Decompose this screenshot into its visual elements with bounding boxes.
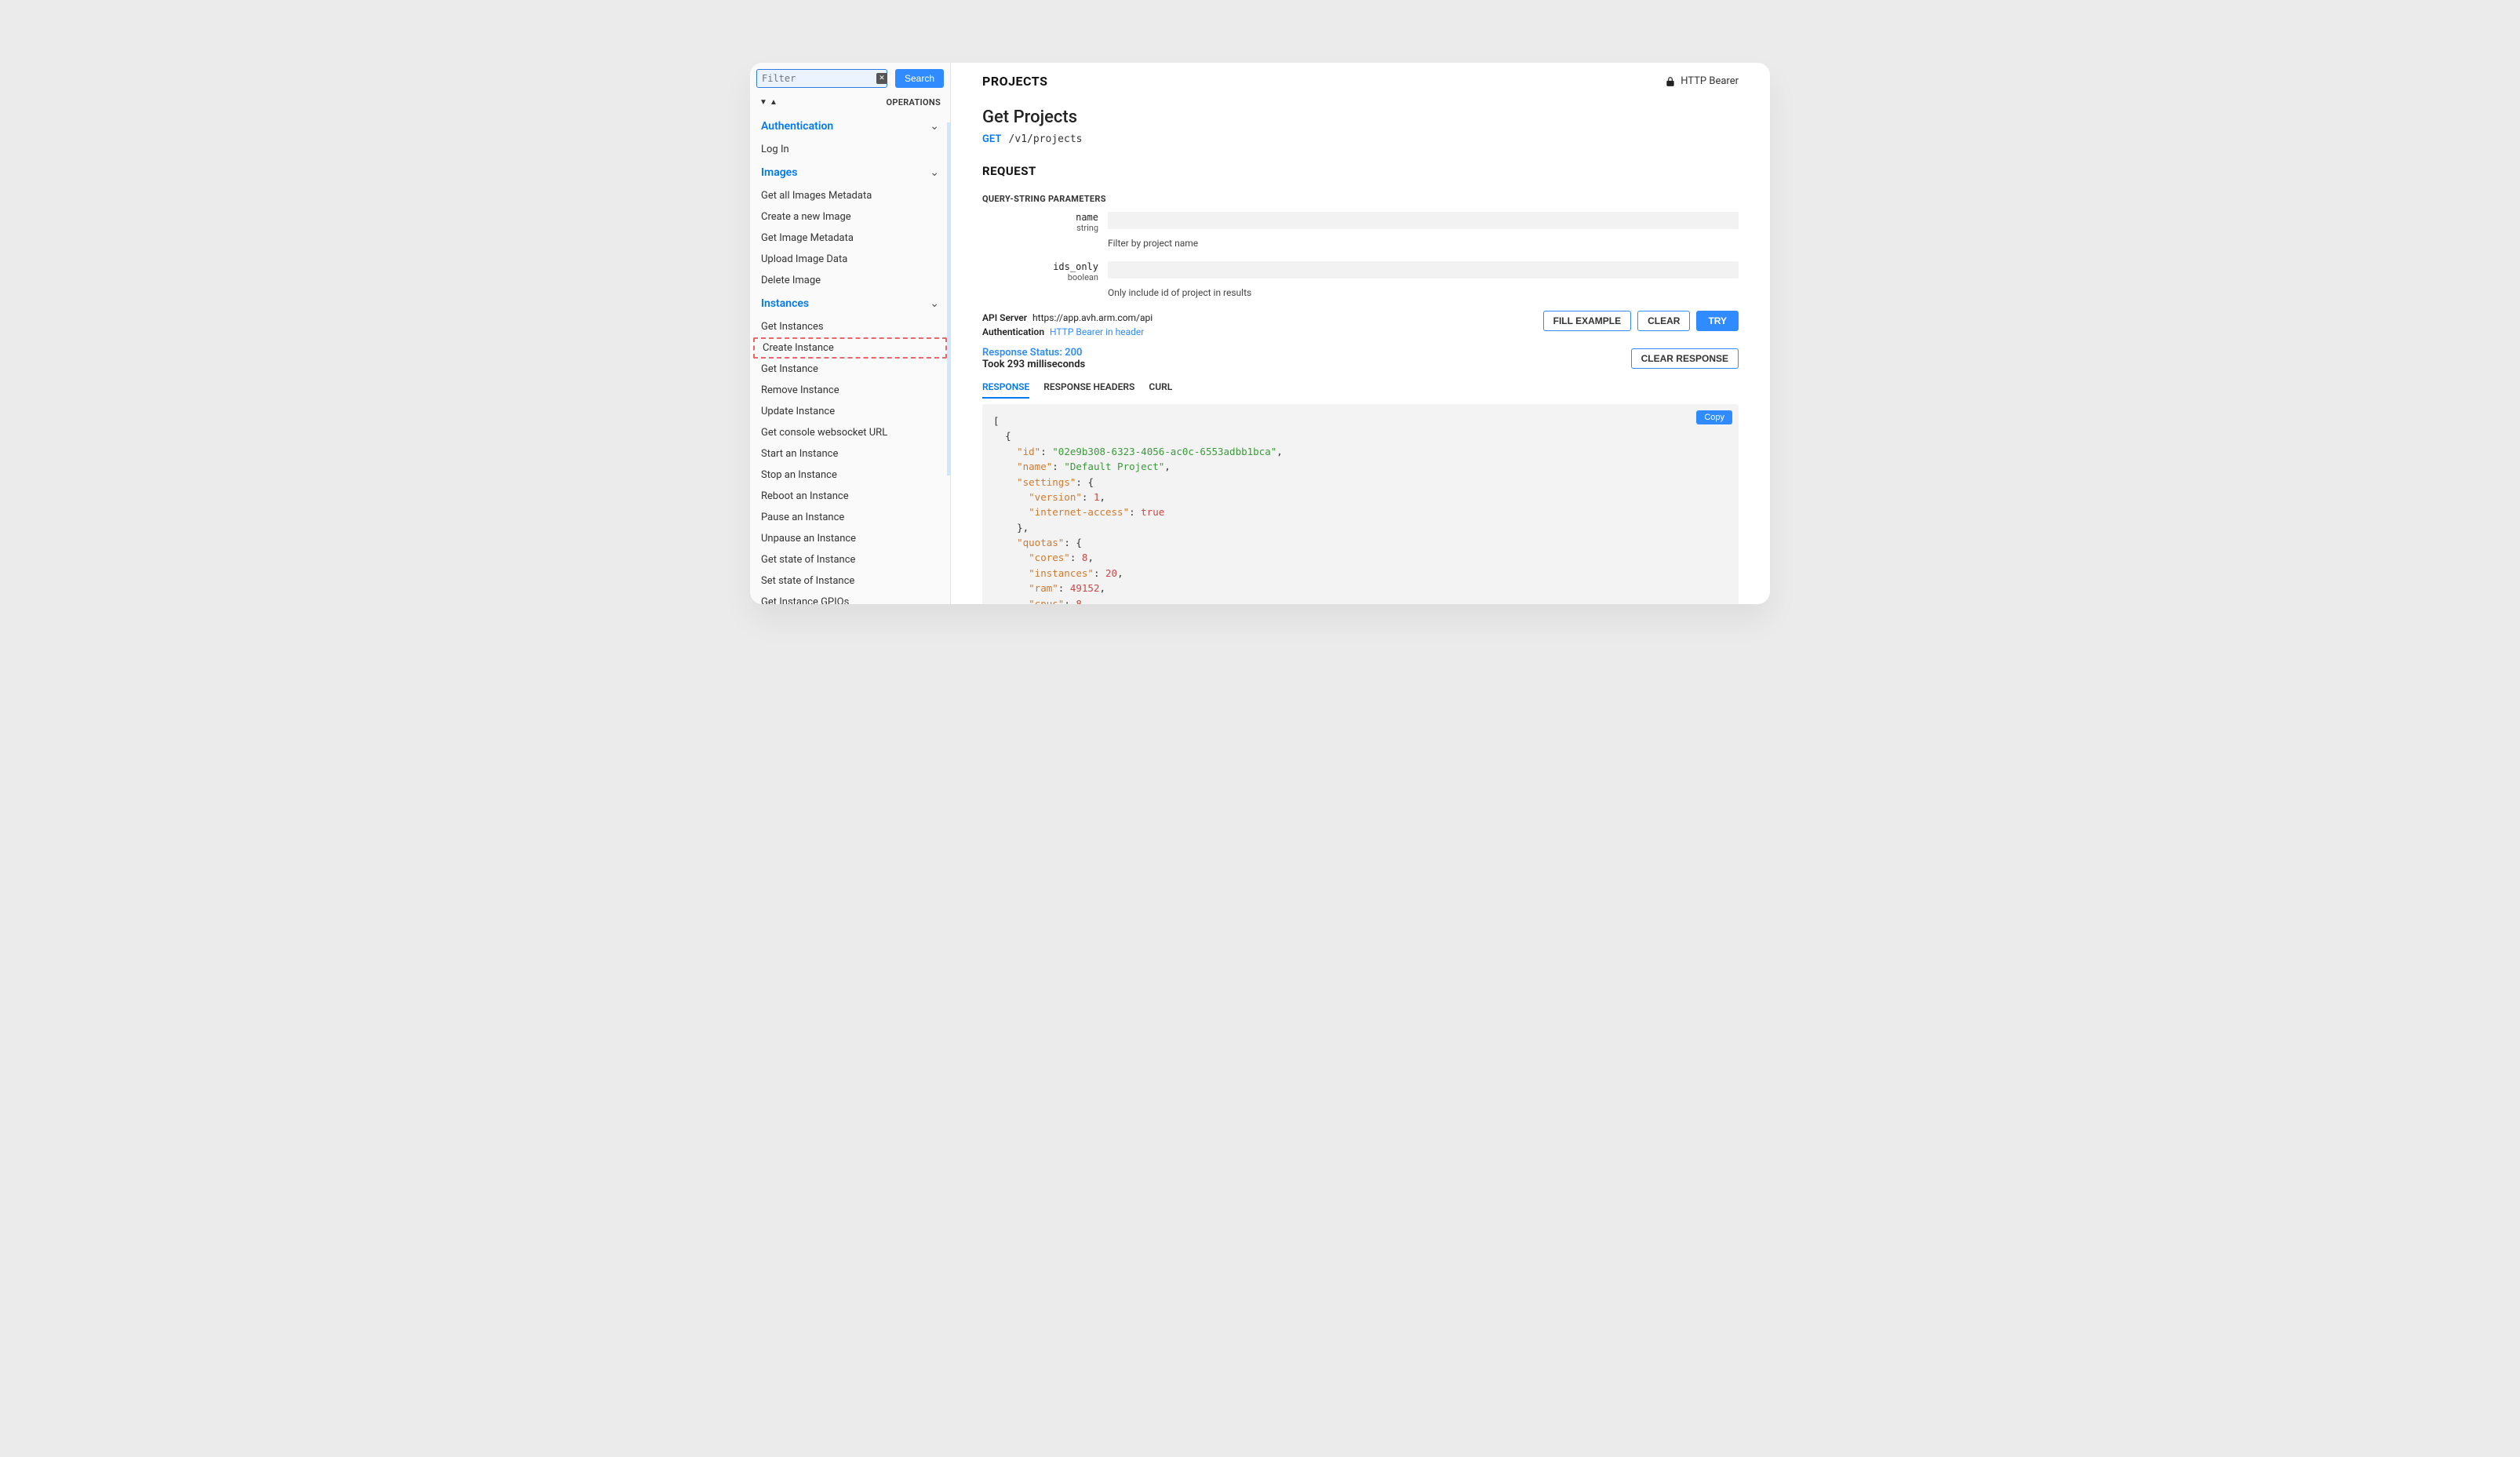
param-label: ids_onlyboolean	[982, 261, 1098, 282]
nav-item[interactable]: Delete Image	[750, 270, 950, 291]
tab-response[interactable]: RESPONSE	[982, 377, 1029, 399]
nav-item[interactable]: Get Image Metadata	[750, 228, 950, 249]
json-line: "cores": 8,	[993, 550, 1728, 565]
search-button[interactable]: Search	[895, 69, 944, 88]
chevron-down-icon: ⌄	[930, 166, 939, 179]
auth-badge-label: HTTP Bearer	[1681, 75, 1739, 87]
nav-item[interactable]: Create a new Image	[750, 206, 950, 228]
section-title: Authentication	[761, 120, 833, 133]
method-path-line: GET /v1/projects	[982, 133, 1739, 145]
param-description: Only include id of project in results	[1108, 287, 1739, 298]
response-tabs: RESPONSE RESPONSE HEADERS CURL	[982, 377, 1739, 399]
param-label: namestring	[982, 212, 1098, 233]
json-line: "settings": {	[993, 475, 1728, 490]
http-method: GET	[982, 133, 1001, 145]
section-heading: PROJECTS	[982, 74, 1739, 89]
param-type: string	[982, 223, 1098, 233]
app-window: ✕ Search ▼ ▲ OPERATIONS Authentication ⌄ L…	[750, 63, 1770, 604]
nav-item[interactable]: Get all Images Metadata	[750, 185, 950, 206]
clear-filter-icon[interactable]: ✕	[876, 73, 887, 84]
copy-button[interactable]: Copy	[1696, 410, 1732, 424]
request-meta-row: API Server https://app.avh.arm.com/api A…	[982, 311, 1739, 339]
param-input-name[interactable]	[1108, 212, 1739, 229]
nav-item[interactable]: Get Instance GPIOs	[750, 592, 950, 604]
operations-label: OPERATIONS	[886, 97, 941, 107]
nav-item[interactable]: Get Instances	[750, 316, 950, 337]
nav-item[interactable]: Pause an Instance	[750, 507, 950, 528]
nav-item[interactable]: Reboot an Instance	[750, 486, 950, 507]
json-line: "ram": 49152,	[993, 581, 1728, 596]
nav-item[interactable]: Unpause an Instance	[750, 528, 950, 549]
section-header-authentication[interactable]: Authentication ⌄	[750, 114, 950, 139]
sidebar-scrollbar-indicator	[947, 122, 950, 475]
sidebar-search-row: ✕ Search	[750, 63, 950, 94]
nav-item[interactable]: Get console websocket URL	[750, 422, 950, 443]
collapse-expand-arrows[interactable]: ▼ ▲	[759, 98, 777, 107]
main-content: HTTP Bearer PROJECTS Get Projects GET /v…	[951, 63, 1770, 604]
nav-item[interactable]: Stop an Instance	[750, 464, 950, 486]
section-title: Images	[761, 166, 797, 179]
query-params-heading: QUERY-STRING PARAMETERS	[982, 194, 1739, 204]
json-line: "quotas": {	[993, 535, 1728, 550]
clear-button[interactable]: CLEAR	[1637, 311, 1690, 331]
chevron-down-icon: ⌄	[930, 120, 939, 133]
param-description: Filter by project name	[1108, 238, 1739, 249]
filter-input[interactable]	[756, 69, 887, 88]
param-row: ids_onlyboolean	[982, 261, 1739, 282]
status-row: Response Status: 200 Took 293 millisecon…	[982, 347, 1739, 370]
nav-item[interactable]: Update Instance	[750, 401, 950, 422]
section-header-instances[interactable]: Instances ⌄	[750, 291, 950, 316]
api-server-label: API Server	[982, 312, 1027, 323]
clear-response-button[interactable]: CLEAR RESPONSE	[1631, 348, 1739, 369]
nav-item[interactable]: Get state of Instance	[750, 549, 950, 570]
json-line: },	[993, 520, 1728, 535]
endpoint-path: /v1/projects	[1009, 133, 1083, 145]
param-type: boolean	[982, 272, 1098, 282]
json-line: "instances": 20,	[993, 566, 1728, 581]
nav-item[interactable]: Set state of Instance	[750, 570, 950, 592]
json-line: "id": "02e9b308-6323-4056-ac0c-6553adbb1…	[993, 444, 1728, 459]
operations-row: ▼ ▲ OPERATIONS	[750, 94, 950, 114]
fill-example-button[interactable]: FILL EXAMPLE	[1543, 311, 1631, 331]
lock-icon	[1665, 76, 1676, 87]
request-meta-left: API Server https://app.avh.arm.com/api A…	[982, 311, 1153, 339]
section-header-images[interactable]: Images ⌄	[750, 160, 950, 185]
nav-item[interactable]: Get Instance	[750, 359, 950, 380]
param-row: namestring	[982, 212, 1739, 233]
api-server-value: https://app.avh.arm.com/api	[1032, 312, 1153, 323]
param-name: ids_only	[982, 261, 1098, 272]
nav-item[interactable]: Upload Image Data	[750, 249, 950, 270]
request-heading: REQUEST	[982, 164, 1739, 178]
json-line: [	[993, 413, 1728, 428]
json-line: "name": "Default Project",	[993, 459, 1728, 474]
filter-input-wrap: ✕	[756, 69, 890, 88]
nav-item[interactable]: Start an Instance	[750, 443, 950, 464]
auth-badge[interactable]: HTTP Bearer	[1665, 75, 1739, 87]
sidebar: ✕ Search ▼ ▲ OPERATIONS Authentication ⌄ L…	[750, 63, 951, 604]
chevron-down-icon: ⌄	[930, 297, 939, 310]
try-button[interactable]: TRY	[1696, 311, 1739, 331]
authentication-value[interactable]: HTTP Bearer in header	[1050, 326, 1144, 337]
response-status: Response Status: 200	[982, 347, 1085, 359]
nav-item[interactable]: Create Instance	[753, 337, 947, 359]
endpoint-title: Get Projects	[982, 107, 1739, 127]
tab-curl[interactable]: CURL	[1149, 377, 1172, 399]
section-title: Instances	[761, 297, 809, 310]
json-line: "internet-access": true	[993, 504, 1728, 519]
param-name: name	[982, 212, 1098, 223]
nav-item[interactable]: Remove Instance	[750, 380, 950, 401]
nav-item[interactable]: Log In	[750, 139, 950, 160]
json-line: "version": 1,	[993, 490, 1728, 504]
json-line: {	[993, 428, 1728, 443]
json-line: "cpus": 8	[993, 596, 1728, 605]
response-body: Copy [ { "id": "02e9b308-6323-4056-ac0c-…	[982, 404, 1739, 604]
tab-response-headers[interactable]: RESPONSE HEADERS	[1043, 377, 1134, 399]
action-buttons: FILL EXAMPLE CLEAR TRY	[1543, 311, 1739, 331]
param-input-ids_only[interactable]	[1108, 261, 1739, 279]
response-time: Took 293 milliseconds	[982, 359, 1085, 370]
authentication-label: Authentication	[982, 326, 1044, 337]
